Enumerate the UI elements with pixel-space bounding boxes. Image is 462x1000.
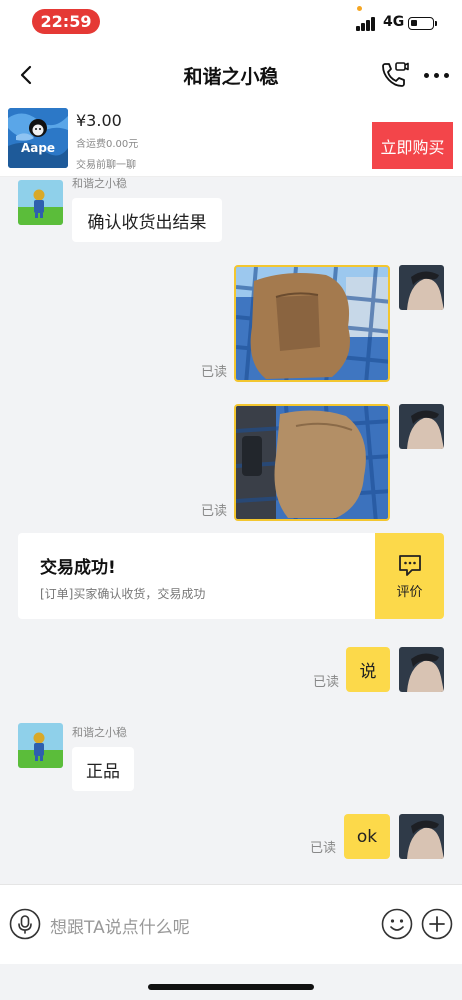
photo-message[interactable]	[234, 404, 390, 521]
status-time: 22:59	[32, 9, 100, 34]
message-bubble[interactable]: 确认收货出结果	[72, 198, 222, 242]
plus-icon	[421, 908, 453, 940]
more-button[interactable]	[420, 60, 452, 90]
message-input[interactable]: 想跟TA说点什么呢	[50, 913, 190, 938]
my-avatar[interactable]	[399, 814, 444, 859]
order-status-card[interactable]: 交易成功! [订单]买家确认收货，交易成功 评价	[18, 533, 444, 619]
product-bar: Aape ¥3.00 含运费0.00元 交易前聊一聊 立即购买	[0, 103, 462, 177]
photo-message[interactable]	[234, 265, 390, 382]
network-label: 4G	[383, 14, 405, 30]
voice-button[interactable]	[9, 908, 41, 940]
product-shipping: 含运费0.00元	[76, 139, 139, 150]
back-button[interactable]	[12, 60, 40, 90]
emoji-button[interactable]	[381, 908, 413, 940]
back-arrow-icon	[20, 65, 32, 85]
emoji-icon	[381, 908, 413, 940]
rate-label: 评价	[396, 584, 423, 600]
phone-call-icon	[382, 62, 409, 87]
call-button[interactable]	[380, 60, 410, 90]
seller-avatar[interactable]	[18, 180, 63, 225]
my-avatar[interactable]	[399, 647, 444, 692]
product-price: ¥3.00	[76, 111, 122, 130]
sender-name: 和谐之小稳	[72, 177, 127, 190]
read-status: 已读	[310, 841, 337, 856]
product-thumbnail[interactable]: Aape	[8, 108, 68, 168]
message-bubble[interactable]: ok	[344, 814, 390, 859]
product-hint: 交易前聊一聊	[76, 160, 136, 171]
more-actions-button[interactable]	[421, 908, 453, 940]
nav-bar: 和谐之小稳	[0, 48, 462, 103]
comment-icon	[398, 554, 421, 576]
more-dots-icon	[423, 72, 429, 78]
message-bubble[interactable]: 说	[346, 647, 390, 692]
privacy-indicator-dot	[357, 6, 362, 11]
status-bar: 22:59 4G	[0, 0, 462, 48]
rate-button[interactable]: 评价	[375, 533, 444, 619]
message-bubble[interactable]: 正品	[72, 747, 134, 791]
my-avatar[interactable]	[399, 404, 444, 449]
battery-icon	[408, 17, 437, 30]
home-indicator[interactable]	[148, 984, 314, 990]
order-subtitle: [订单]买家确认收货，交易成功	[40, 587, 206, 601]
read-status: 已读	[201, 365, 228, 380]
read-status: 已读	[313, 675, 340, 690]
signal-icon	[356, 16, 376, 31]
buy-now-button[interactable]: 立即购买	[372, 122, 453, 169]
order-title: 交易成功!	[40, 558, 116, 578]
product-thumb-brand: Aape	[21, 141, 55, 155]
sender-name: 和谐之小稳	[72, 726, 127, 739]
my-avatar[interactable]	[399, 265, 444, 310]
input-bar: 想跟TA说点什么呢	[0, 884, 462, 964]
seller-avatar[interactable]	[18, 723, 63, 768]
microphone-icon	[9, 908, 41, 940]
read-status: 已读	[201, 504, 228, 519]
